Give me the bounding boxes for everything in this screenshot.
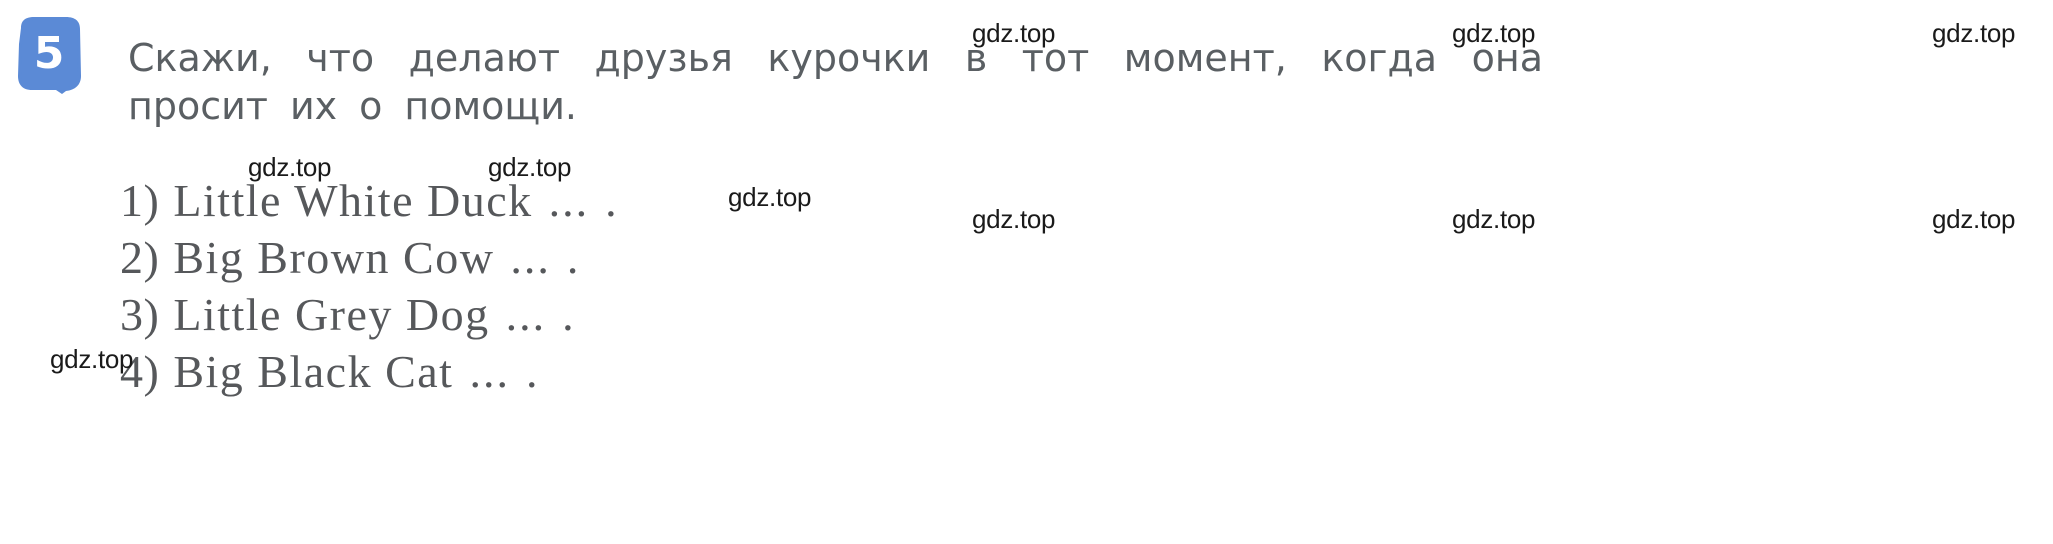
- task-line-1: Скажи, что делают друзья курочки в тот момент, к…: [128, 34, 1543, 82]
- answer-list-item: 3) Little Grey Dog....: [120, 286, 617, 343]
- answer-item-full-stop: .: [566, 232, 579, 283]
- answer-item-marker: 4): [120, 346, 160, 397]
- worksheet-page: gdz.top gdz.top gdz.top gdz.top gdz.top gdz.t…: [0, 0, 2053, 544]
- task-word: делают: [408, 36, 561, 80]
- task-statement: Скажи, что делают друзья курочки в тот момент, к…: [128, 34, 1548, 130]
- answer-item-blank-dots[interactable]: ...: [506, 289, 547, 340]
- answer-item-marker: 1): [120, 175, 160, 226]
- answer-list-item: 1) Little White Duck....: [120, 172, 617, 229]
- answer-item-phrase: Big Brown Cow: [173, 232, 495, 283]
- exercise-number-badge: 5: [12, 14, 86, 96]
- task-line-2: просит их о помощи.: [128, 82, 1543, 130]
- task-word: что: [306, 36, 375, 80]
- answer-item-phrase: Little White Duck: [173, 175, 533, 226]
- watermark-label: gdz.top: [728, 182, 812, 212]
- answer-item-full-stop: .: [605, 175, 618, 226]
- answer-list-item: 2) Big Brown Cow....: [120, 229, 617, 286]
- answer-list: 1) Little White Duck.... 2) Big Brown Cow..…: [120, 172, 617, 400]
- answer-item-phrase: Big Black Cat: [173, 346, 454, 397]
- watermark-label: gdz.top: [972, 204, 1056, 234]
- task-word: о: [359, 84, 383, 128]
- answer-item-phrase: Little Grey Dog: [173, 289, 490, 340]
- answer-item-blank-dots[interactable]: ...: [510, 232, 551, 283]
- task-word: момент,: [1123, 36, 1287, 80]
- task-word: она: [1471, 36, 1543, 80]
- answer-item-blank-dots[interactable]: ...: [549, 175, 590, 226]
- exercise-number-label: 5: [33, 27, 65, 79]
- task-word: тот: [1021, 36, 1090, 80]
- task-word: курочки: [767, 36, 931, 80]
- answer-item-marker: 3): [120, 289, 160, 340]
- task-word: их: [289, 84, 338, 128]
- answer-item-blank-dots[interactable]: ...: [469, 346, 510, 397]
- answer-item-marker: 2): [120, 232, 160, 283]
- watermark-label: gdz.top: [1932, 204, 2016, 234]
- watermark-label: gdz.top: [1452, 204, 1536, 234]
- watermark-label: gdz.top: [1932, 18, 2016, 48]
- answer-list-item: 4) Big Black Cat....: [120, 343, 617, 400]
- task-word: Скажи,: [128, 36, 272, 80]
- answer-item-full-stop: .: [562, 289, 575, 340]
- task-word: друзья: [594, 36, 733, 80]
- task-word: в: [964, 36, 988, 80]
- task-word: когда: [1321, 36, 1438, 80]
- task-word: просит: [128, 84, 268, 128]
- task-word: помощи.: [404, 84, 577, 128]
- answer-item-full-stop: .: [525, 346, 538, 397]
